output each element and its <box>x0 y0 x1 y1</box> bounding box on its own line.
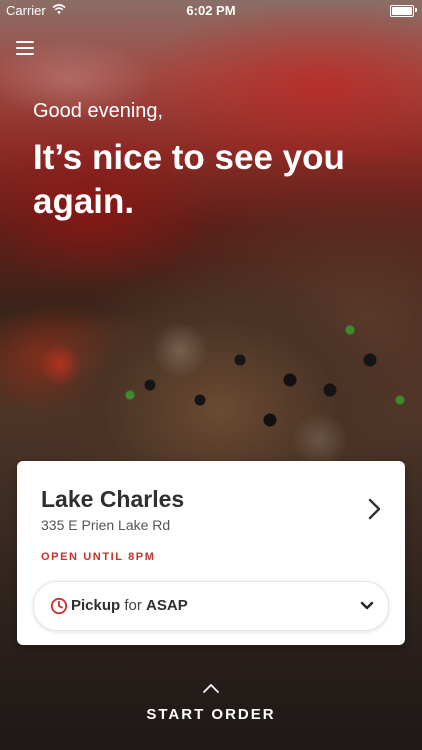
store-name: Lake Charles <box>41 486 185 512</box>
store-address: 335 E Prien Lake Rd <box>41 517 171 533</box>
order-mode-label: Pickup <box>71 597 121 614</box>
clock-icon <box>50 597 68 615</box>
app-screen: Carrier 6:02 PM Good evening, It’s nice … <box>0 0 422 750</box>
start-order-label: START ORDER <box>146 706 276 723</box>
pickup-time-select[interactable]: Pickup for ASAP <box>33 581 389 631</box>
hamburger-menu-icon[interactable] <box>16 40 34 56</box>
greeting-text: Good evening, <box>33 100 164 122</box>
status-time: 6:02 PM <box>186 3 236 18</box>
welcome-headline: It’s nice to see you again. <box>33 138 345 221</box>
battery-tip <box>415 8 417 12</box>
chevron-right-icon[interactable] <box>367 497 383 521</box>
order-connector: for <box>120 597 147 614</box>
store-hours-badge: OPEN UNTIL 8PM <box>41 551 156 563</box>
pickup-summary: Pickup for ASAP <box>71 597 188 614</box>
battery-icon <box>390 5 414 17</box>
store-card[interactable]: Lake Charles 335 E Prien Lake Rd OPEN UN… <box>17 461 405 645</box>
chevron-up-icon <box>203 684 219 693</box>
chevron-down-icon <box>360 601 374 610</box>
order-time-label: ASAP <box>146 597 188 614</box>
status-bar: Carrier 6:02 PM <box>0 0 422 22</box>
start-order-button[interactable]: START ORDER <box>0 682 422 732</box>
